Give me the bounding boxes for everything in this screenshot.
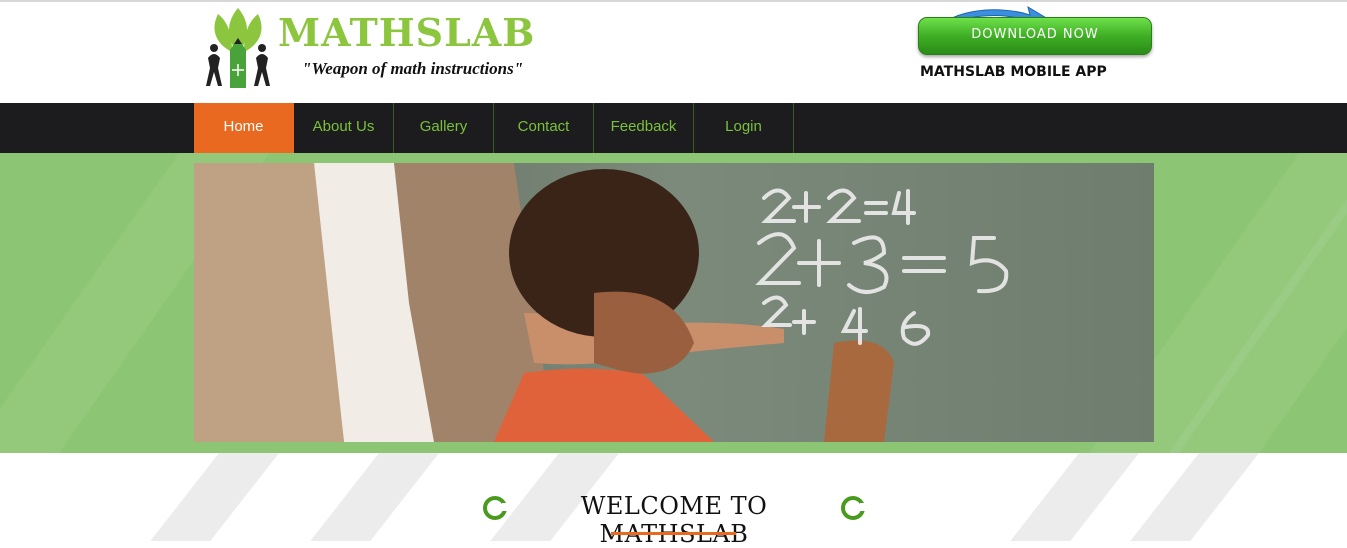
nav-feedback[interactable]: Feedback xyxy=(594,103,694,153)
mobile-app-label: MATHSLAB MOBILE APP xyxy=(920,64,1107,80)
nav-home[interactable]: Home xyxy=(194,103,294,153)
mathslab-logo-icon[interactable] xyxy=(204,4,272,90)
nav-gallery[interactable]: Gallery xyxy=(394,103,494,153)
welcome-heading: WELCOME TO MATHSLAB xyxy=(580,492,768,548)
welcome-left-ring-icon xyxy=(483,496,508,520)
brand-name[interactable]: MATHSLAB xyxy=(278,14,535,52)
download-now-button[interactable]: DOWNLOAD NOW xyxy=(918,17,1152,55)
hero-banner-image xyxy=(194,163,1154,442)
nav-contact[interactable]: Contact xyxy=(494,103,594,153)
nav-about-us[interactable]: About Us xyxy=(294,103,394,153)
main-navigation: Home About Us Gallery Contact Feedback L… xyxy=(0,103,1347,153)
welcome-underline xyxy=(611,532,736,535)
welcome-right-ring-icon xyxy=(841,496,866,520)
brand-tagline: "Weapon of math instructions" xyxy=(302,59,524,78)
nav-login[interactable]: Login xyxy=(694,103,794,153)
site-header: MATHSLAB "Weapon of math instructions" D… xyxy=(0,2,1347,103)
